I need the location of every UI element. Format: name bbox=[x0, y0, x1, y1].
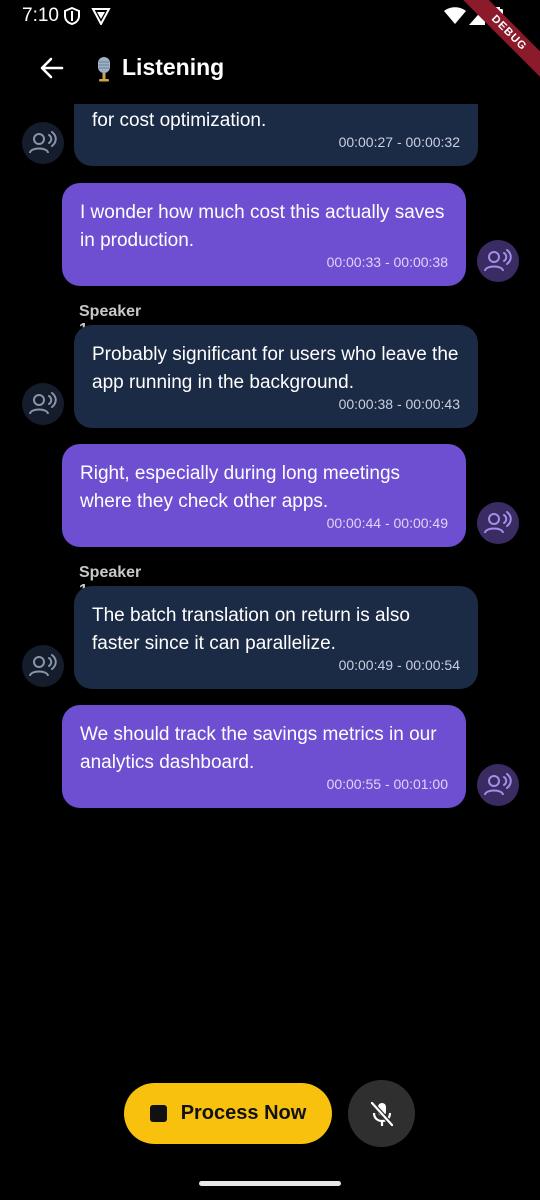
speaker-voice-icon bbox=[29, 654, 57, 677]
speaker-voice-icon bbox=[484, 511, 512, 534]
speaker-voice-icon bbox=[484, 773, 512, 796]
user-avatar bbox=[477, 240, 519, 282]
mic-off-icon bbox=[369, 1100, 394, 1127]
page-title: Listening bbox=[122, 54, 225, 80]
message-timestamp: 00:00:44 - 00:00:49 bbox=[326, 515, 448, 531]
speaker-avatar bbox=[22, 383, 64, 425]
message-text: Probably significant for users who leave… bbox=[92, 344, 459, 393]
user-avatar bbox=[477, 502, 519, 544]
message-timestamp: 00:00:55 - 00:01:00 bbox=[326, 776, 448, 792]
shield-status-icon bbox=[64, 7, 80, 25]
user-avatar bbox=[477, 764, 519, 806]
message-bubble: We should track the savings metrics in o… bbox=[62, 705, 466, 808]
microphone-icon bbox=[98, 56, 110, 82]
message-text: We should track the savings metrics in o… bbox=[80, 724, 437, 773]
process-now-button[interactable]: Process Now bbox=[124, 1083, 332, 1144]
wifi-icon bbox=[444, 7, 466, 24]
speaker-voice-icon bbox=[484, 249, 512, 272]
status-time: 7:10 bbox=[22, 5, 59, 26]
stop-icon bbox=[149, 1105, 167, 1122]
message-timestamp: 00:00:49 - 00:00:54 bbox=[338, 657, 460, 673]
process-now-label: Process Now bbox=[180, 1102, 307, 1124]
speaker-voice-icon bbox=[29, 131, 57, 154]
speaker-voice-icon bbox=[29, 392, 57, 415]
message-timestamp: 00:00:33 - 00:00:38 bbox=[326, 254, 448, 270]
message-text: Right, especially during long meetings w… bbox=[80, 463, 401, 512]
back-arrow-icon[interactable] bbox=[38, 54, 66, 82]
page-title-group: Listening bbox=[92, 54, 224, 82]
message-bubble: Right, especially during long meetings w… bbox=[62, 444, 466, 547]
message-bubble: Probably significant for users who leave… bbox=[74, 325, 478, 428]
app-bar-foreground: Listening bbox=[0, 40, 540, 96]
status-bar: 7:10 bbox=[0, 0, 540, 32]
message-bubble: The batch translation on return is also … bbox=[74, 586, 478, 689]
mic-toggle-button[interactable] bbox=[348, 1080, 415, 1147]
speaker-avatar bbox=[22, 645, 64, 687]
message-text: The batch translation on return is also … bbox=[92, 605, 410, 654]
home-indicator[interactable] bbox=[199, 1181, 341, 1186]
speaker-avatar bbox=[22, 122, 64, 164]
message-timestamp: 00:00:27 - 00:00:32 bbox=[338, 134, 460, 150]
message-text: I wonder how much cost this actually sav… bbox=[80, 202, 445, 251]
message-timestamp: 00:00:38 - 00:00:43 bbox=[338, 396, 460, 412]
message-bubble: I wonder how much cost this actually sav… bbox=[62, 183, 466, 286]
vpn-status-icon bbox=[91, 8, 111, 25]
